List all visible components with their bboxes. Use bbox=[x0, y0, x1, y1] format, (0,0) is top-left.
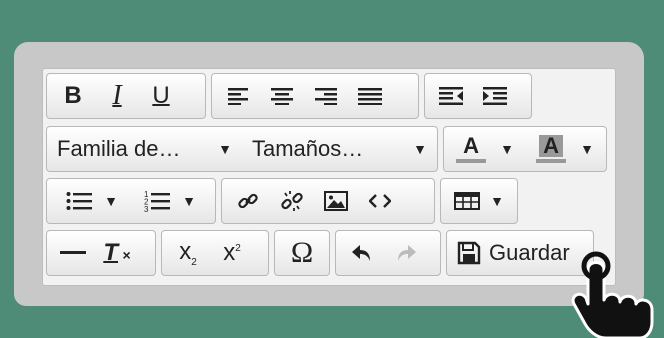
align-right-icon bbox=[315, 88, 337, 105]
chevron-down-icon: ▼ bbox=[218, 141, 232, 157]
image-icon bbox=[324, 191, 348, 211]
close-icon: × bbox=[122, 247, 131, 263]
undo-icon bbox=[352, 245, 370, 261]
background-color-swatch bbox=[536, 159, 567, 163]
align-right-button[interactable] bbox=[304, 76, 348, 116]
indent-group bbox=[424, 73, 532, 119]
align-center-button[interactable] bbox=[260, 76, 304, 116]
save-button[interactable]: Guardar bbox=[457, 233, 570, 273]
insert-table-button[interactable]: ▼ bbox=[447, 181, 511, 221]
superscript-icon: x2 bbox=[223, 239, 241, 266]
table-icon bbox=[454, 192, 481, 210]
remove-link-button[interactable] bbox=[270, 181, 314, 221]
numbered-list-button[interactable]: 123 ▼ bbox=[131, 181, 209, 221]
insert-image-button[interactable] bbox=[314, 181, 358, 221]
align-center-icon bbox=[271, 88, 293, 105]
chevron-down-icon: ▼ bbox=[500, 141, 514, 157]
pointer-hand-icon bbox=[571, 251, 654, 338]
text-style-group: B I U bbox=[46, 73, 206, 119]
outdent-icon bbox=[439, 87, 463, 105]
chevron-down-icon: ▼ bbox=[580, 141, 594, 157]
font-size-select[interactable]: Tamaños… ▼ bbox=[242, 129, 437, 169]
redo-button[interactable] bbox=[384, 233, 428, 273]
horizontal-rule-button[interactable] bbox=[51, 233, 95, 273]
align-left-icon bbox=[228, 88, 248, 105]
table-group: ▼ bbox=[440, 178, 518, 224]
subscript-icon: x2 bbox=[179, 238, 197, 268]
undo-button[interactable] bbox=[340, 233, 384, 273]
font-select-group: Familia de… ▼ Tamaños… ▼ bbox=[46, 126, 438, 172]
toolbar-row-4: T × x2 x2 Ω Guardar bbox=[46, 230, 594, 276]
text-color-button[interactable]: A ▼ bbox=[450, 129, 520, 169]
bullet-list-button[interactable]: ▼ bbox=[53, 181, 131, 221]
font-size-value: Tamaños… bbox=[252, 136, 364, 161]
background-color-button[interactable]: A ▼ bbox=[530, 129, 600, 169]
toolbar-row-2: Familia de… ▼ Tamaños… ▼ A ▼ A ▼ bbox=[46, 126, 607, 172]
font-family-select[interactable]: Familia de… ▼ bbox=[47, 129, 242, 169]
superscript-button[interactable]: x2 bbox=[210, 233, 254, 273]
chevron-down-icon: ▼ bbox=[490, 193, 504, 209]
bold-button[interactable]: B bbox=[51, 76, 95, 116]
indent-button[interactable] bbox=[473, 76, 517, 116]
format-group: T × bbox=[46, 230, 156, 276]
numbered-list-icon: 123 bbox=[144, 190, 171, 212]
list-group: ▼ 123 ▼ bbox=[46, 178, 216, 224]
chevron-down-icon: ▼ bbox=[182, 193, 196, 209]
special-char-group: Ω bbox=[274, 230, 330, 276]
unlink-icon bbox=[281, 191, 303, 211]
align-justify-icon bbox=[358, 88, 382, 105]
toolbar-row-1: B I U bbox=[46, 73, 532, 119]
insert-link-button[interactable] bbox=[226, 181, 270, 221]
svg-text:3: 3 bbox=[144, 205, 149, 212]
link-icon bbox=[238, 193, 258, 209]
italic-button[interactable]: I bbox=[95, 76, 139, 116]
clear-format-icon: T bbox=[103, 239, 119, 266]
underline-button[interactable]: U bbox=[139, 76, 183, 116]
font-family-value: Familia de… bbox=[57, 136, 181, 161]
text-color-swatch bbox=[456, 159, 487, 163]
script-group: x2 x2 bbox=[161, 230, 269, 276]
bullet-list-icon bbox=[66, 192, 93, 210]
background-color-label: A bbox=[539, 135, 563, 157]
source-code-button[interactable] bbox=[358, 181, 402, 221]
align-left-button[interactable] bbox=[216, 76, 260, 116]
floppy-disk-icon bbox=[457, 241, 481, 265]
indent-icon bbox=[483, 87, 507, 105]
toolbar-row-3: ▼ 123 ▼ ▼ bbox=[46, 178, 518, 224]
history-group bbox=[335, 230, 441, 276]
save-label: Guardar bbox=[489, 240, 570, 265]
text-color-label: A bbox=[463, 133, 479, 158]
horizontal-line-icon bbox=[60, 251, 86, 254]
outdent-button[interactable] bbox=[429, 76, 473, 116]
chevron-down-icon: ▼ bbox=[104, 193, 118, 209]
insert-group bbox=[221, 178, 435, 224]
clear-format-button[interactable]: T × bbox=[95, 233, 139, 273]
subscript-button[interactable]: x2 bbox=[166, 233, 210, 273]
redo-icon bbox=[398, 245, 416, 261]
alignment-group bbox=[211, 73, 419, 119]
special-character-button[interactable]: Ω bbox=[280, 233, 324, 273]
code-icon bbox=[369, 194, 391, 208]
align-justify-button[interactable] bbox=[348, 76, 392, 116]
chevron-down-icon: ▼ bbox=[413, 141, 427, 157]
color-group: A ▼ A ▼ bbox=[443, 126, 607, 172]
